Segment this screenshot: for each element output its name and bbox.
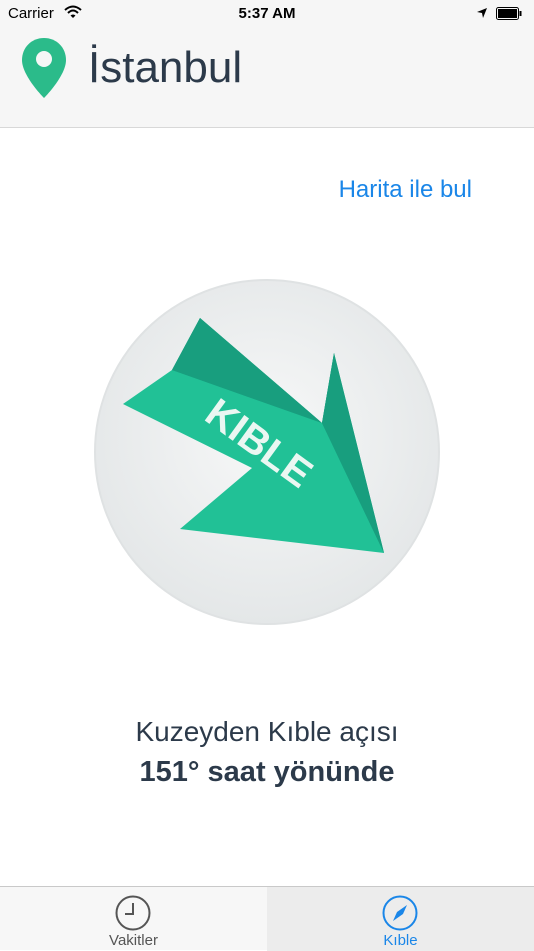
compass-icon [381,894,419,937]
tab-vakitler-label: Vakitler [109,932,158,949]
header: Carrier 5:37 AM İstanbul [0,0,534,128]
city-title: İstanbul [88,43,243,92]
find-with-map-link[interactable]: Harita ile bul [339,176,472,204]
tab-vakitler[interactable]: Vakitler [0,887,267,951]
location-arrow-icon [476,6,488,23]
clock-icon [114,894,152,937]
qibla-angle: 151° saat yönünde [139,756,395,788]
tab-bar: Vakitler Kıble [0,886,534,951]
qibla-caption: Kuzeyden Kıble açısı [135,716,399,747]
battery-icon [496,7,522,20]
location-pin-icon [22,38,66,105]
tab-kible-label: Kıble [383,932,418,949]
status-bar: Carrier 5:37 AM [0,0,534,28]
tab-kible[interactable]: Kıble [267,887,534,951]
qibla-compass: KIBLE [92,276,442,631]
status-time: 5:37 AM [238,5,296,22]
